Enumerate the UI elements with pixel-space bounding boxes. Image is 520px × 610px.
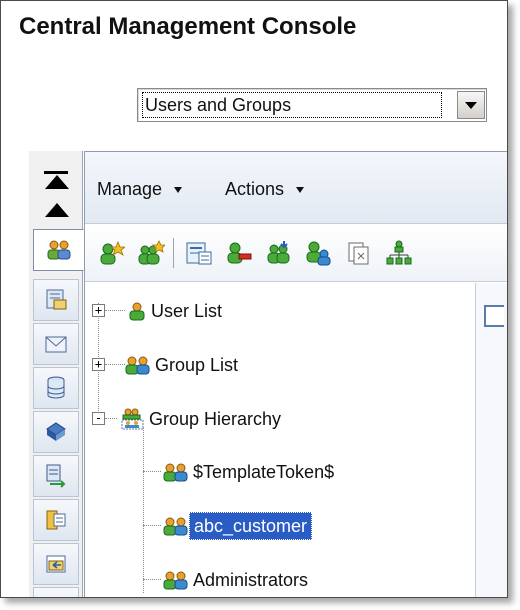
- scroll-first-icon[interactable]: [45, 175, 69, 189]
- view-select-value: Users and Groups: [142, 92, 442, 118]
- copy-icon[interactable]: [345, 240, 373, 266]
- folder-icon: [46, 555, 66, 573]
- tree-item-label: Administrators: [193, 570, 309, 590]
- main-pane: Manage Actions + User List + Group List …: [84, 151, 507, 597]
- tree-connector: [143, 428, 144, 593]
- actions-menu-label: Actions: [225, 179, 285, 199]
- details-pane: [475, 283, 507, 597]
- manage-menu[interactable]: Manage: [97, 179, 183, 200]
- tree-item-abc-customer[interactable]: abc_customer: [163, 511, 313, 541]
- rail-network[interactable]: [33, 411, 79, 453]
- add-to-group-icon[interactable]: [305, 240, 333, 266]
- tree-connector: [105, 418, 117, 419]
- tree-item-group-list[interactable]: Group List: [125, 350, 242, 380]
- new-user-icon[interactable]: [97, 240, 125, 266]
- tree-item-label: User List: [151, 301, 223, 321]
- caret-down-icon: [296, 186, 305, 193]
- rail-servers[interactable]: [33, 279, 79, 321]
- new-group-icon[interactable]: [137, 240, 165, 266]
- tree-connector: [143, 579, 161, 580]
- dropdown-button[interactable]: [457, 91, 485, 119]
- rail-calendar[interactable]: [33, 499, 79, 541]
- group-icon: [163, 463, 188, 482]
- actions-menu[interactable]: Actions: [225, 179, 305, 200]
- rail-users-groups[interactable]: [33, 229, 84, 271]
- rail-more[interactable]: [33, 587, 79, 597]
- tree-item-label: abc_customer: [189, 512, 313, 540]
- menu-bar: Manage Actions: [85, 152, 507, 224]
- tree-item-group-hierarchy[interactable]: Group Hierarchy: [119, 404, 285, 434]
- chevron-down-icon: [465, 101, 477, 109]
- network-icon: [46, 422, 66, 441]
- group-icon: [163, 517, 188, 536]
- rail-inbox[interactable]: [33, 323, 79, 365]
- tree-connector: [105, 364, 125, 365]
- remove-user-icon[interactable]: [225, 240, 253, 266]
- tree-item-user-list[interactable]: User List: [127, 296, 226, 326]
- left-rail: [29, 151, 84, 597]
- tree-connector: [143, 471, 161, 472]
- users-groups-icon: [47, 240, 70, 260]
- group-hierarchy-icon: [121, 408, 144, 430]
- scroll-first-bar: [44, 171, 68, 174]
- tree-item-label: Group Hierarchy: [149, 409, 282, 429]
- rail-database[interactable]: [33, 367, 79, 409]
- user-icon: [129, 302, 145, 321]
- expand-toggle-icon[interactable]: +: [92, 304, 105, 317]
- expand-toggle-icon[interactable]: +: [92, 358, 105, 371]
- group-icon: [125, 356, 150, 375]
- inbox-icon: [45, 336, 67, 353]
- screenshot-frame: Central Management Console Users and Gro…: [0, 0, 508, 598]
- calendar-icon: [46, 510, 66, 530]
- hierarchy-icon[interactable]: [385, 240, 413, 266]
- toolbar: [85, 224, 507, 282]
- tree-connector: [143, 525, 161, 526]
- replication-icon: [46, 464, 66, 488]
- tree-item-template-token[interactable]: $TemplateToken$: [163, 457, 338, 487]
- caret-down-icon: [174, 186, 183, 193]
- group-tree: + User List + Group List - Group Hierarc…: [85, 283, 475, 597]
- tree-connector: [105, 310, 125, 311]
- tree-item-label: $TemplateToken$: [193, 462, 335, 482]
- manage-menu-label: Manage: [97, 179, 163, 199]
- scroll-up-icon[interactable]: [45, 203, 69, 217]
- rail-replication[interactable]: [33, 455, 79, 497]
- servers-icon: [46, 289, 67, 310]
- group-icon: [163, 571, 188, 590]
- details-tab[interactable]: [484, 305, 504, 327]
- tree-item-label: Group List: [155, 355, 239, 375]
- collapse-toggle-icon[interactable]: -: [92, 412, 105, 425]
- properties-icon[interactable]: [185, 240, 213, 266]
- view-select[interactable]: Users and Groups: [137, 88, 487, 122]
- rail-folder[interactable]: [33, 543, 79, 585]
- toolbar-separator: [173, 238, 174, 268]
- app-title: Central Management Console: [19, 13, 357, 40]
- user-security-icon[interactable]: [265, 240, 293, 266]
- database-icon: [47, 376, 65, 399]
- tree-item-administrators[interactable]: Administrators: [163, 565, 312, 595]
